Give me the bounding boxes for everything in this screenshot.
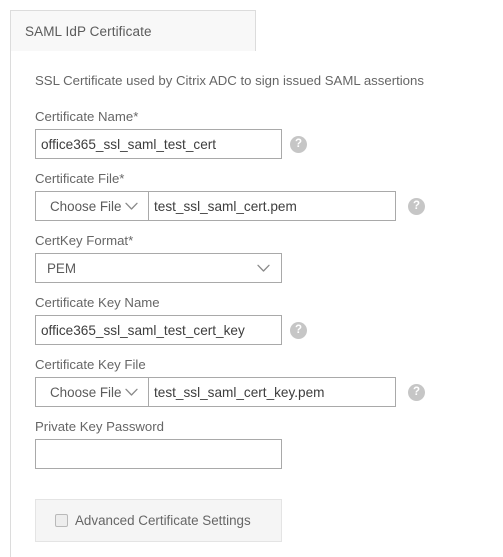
certificate-name-help-icon[interactable]: ? bbox=[290, 136, 307, 153]
certificate-key-name-label: Certificate Key Name bbox=[35, 295, 160, 310]
certificate-key-file-label: Certificate Key File bbox=[35, 357, 146, 372]
private-key-password-label: Private Key Password bbox=[35, 419, 164, 434]
private-key-password-input[interactable] bbox=[35, 439, 282, 469]
chevron-down-icon bbox=[121, 382, 141, 402]
certificate-file-label: Certificate File* bbox=[35, 171, 125, 186]
saml-idp-certificate-dialog: SAML IdP Certificate SSL Certificate use… bbox=[0, 0, 503, 557]
certificate-file-row: Choose File bbox=[35, 191, 396, 221]
certkey-format-select[interactable]: PEM bbox=[35, 253, 282, 283]
tab-saml-idp-certificate[interactable]: SAML IdP Certificate bbox=[10, 10, 256, 52]
advanced-certificate-settings-panel[interactable]: Advanced Certificate Settings bbox=[35, 499, 282, 542]
advanced-certificate-settings-checkbox[interactable] bbox=[55, 514, 68, 527]
certificate-key-name-input[interactable] bbox=[35, 315, 282, 345]
certkey-format-value: PEM bbox=[47, 260, 77, 276]
tab-strip: SAML IdP Certificate bbox=[0, 0, 503, 52]
chevron-down-icon bbox=[121, 196, 141, 216]
certificate-key-file-row: Choose File bbox=[35, 377, 396, 407]
certificate-key-file-choose-label: Choose File bbox=[50, 384, 122, 400]
tab-label: SAML IdP Certificate bbox=[25, 24, 152, 39]
certificate-key-file-help-icon[interactable]: ? bbox=[408, 384, 425, 401]
chevron-down-icon bbox=[253, 258, 273, 278]
certificate-key-file-choose-button[interactable]: Choose File bbox=[35, 377, 149, 407]
form-description: SSL Certificate used by Citrix ADC to si… bbox=[35, 73, 424, 88]
certificate-file-choose-button[interactable]: Choose File bbox=[35, 191, 149, 221]
certificate-file-choose-label: Choose File bbox=[50, 198, 122, 214]
certificate-key-name-help-icon[interactable]: ? bbox=[290, 322, 307, 339]
certificate-file-help-icon[interactable]: ? bbox=[408, 198, 425, 215]
certificate-name-label: Certificate Name* bbox=[35, 109, 139, 124]
advanced-certificate-settings-label: Advanced Certificate Settings bbox=[75, 513, 251, 528]
certkey-format-label: CertKey Format* bbox=[35, 233, 134, 248]
certificate-key-file-name-input[interactable] bbox=[149, 377, 396, 407]
certificate-file-name-input[interactable] bbox=[149, 191, 396, 221]
certificate-name-input[interactable] bbox=[35, 129, 282, 159]
tab-panel: SSL Certificate used by Citrix ADC to si… bbox=[10, 51, 503, 557]
